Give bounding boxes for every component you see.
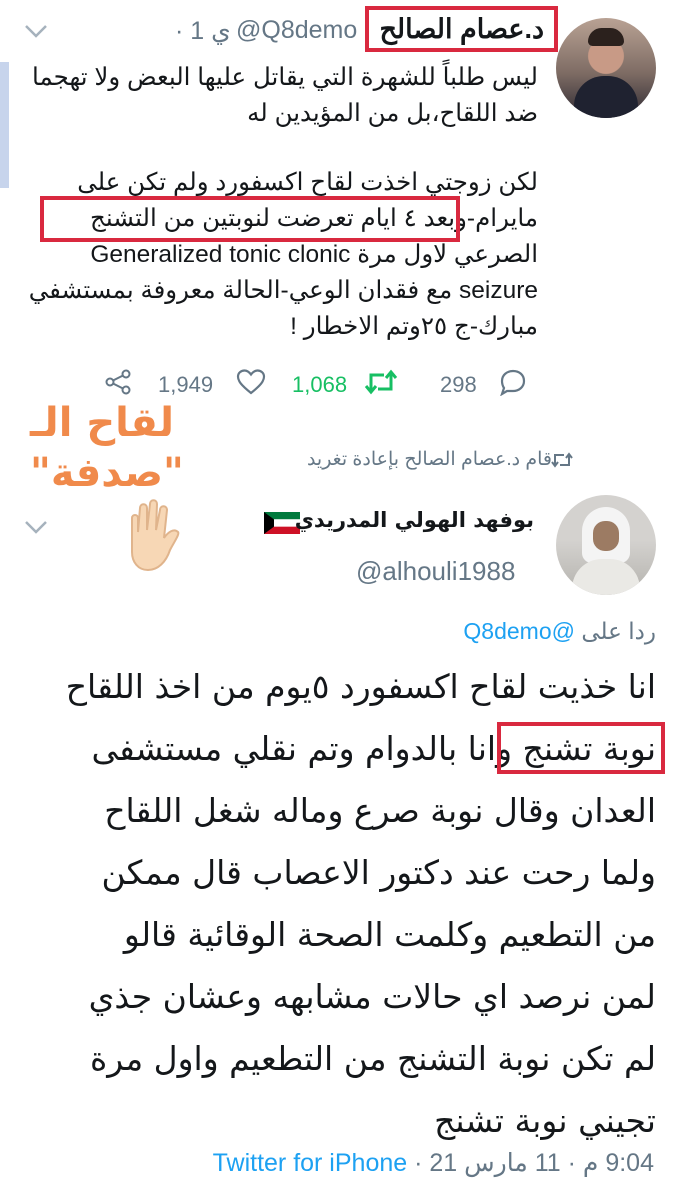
reply-bubble-icon	[500, 369, 526, 397]
avatar[interactable]	[556, 18, 656, 118]
tweet-text-line: لم تكن نوبة التشنج من التطعيم واول مرة	[89, 1039, 656, 1078]
share-button[interactable]	[104, 368, 132, 402]
highlight-box	[497, 722, 665, 774]
tweet-display-name[interactable]: د.عصام الصالح	[365, 6, 558, 52]
tweet-options-chevron-icon[interactable]	[24, 516, 48, 541]
tweet-text-line: تجيني نوبة تشنج	[434, 1101, 656, 1140]
tweet-text-line: انا خذيت لقاح اكسفورد ٥يوم من اخذ اللقاح	[65, 667, 656, 706]
tweet-source-link[interactable]: Twitter for iPhone	[213, 1149, 408, 1177]
replying-to-handle[interactable]: @Q8demo	[463, 618, 575, 644]
retweeted-by-label[interactable]: قام د.عصام الصالح بإعادة تغريد	[307, 448, 552, 471]
share-icon	[105, 369, 131, 395]
tweet-handle[interactable]: @alhouli1988	[356, 556, 515, 587]
tweet-text-line: مبارك-ج ٢٥وتم الاخطار !	[290, 313, 538, 340]
retweet-icon	[364, 369, 398, 395]
retweet-button[interactable]	[364, 368, 398, 402]
tweet-text-line: seizure مع فقدان الوعي-الحالة معروفة بمس…	[28, 277, 538, 304]
meta-separator: ·	[567, 1149, 576, 1177]
tweet-time[interactable]: 9:04 م	[583, 1149, 654, 1177]
tweet-options-chevron-icon[interactable]	[24, 20, 48, 45]
like-button[interactable]	[236, 368, 266, 402]
replying-to-label: ردا على	[581, 618, 656, 644]
raised-hand-icon	[116, 498, 188, 590]
avatar-thobe	[572, 559, 640, 595]
avatar-hair	[588, 28, 624, 46]
avatar-suit	[574, 76, 638, 118]
tweet-text-line: العدان وقال نوبة صرع وماله شغل اللقاح	[104, 791, 656, 830]
overlay-caption: لقاح الـ "صدفة"	[30, 400, 184, 496]
display-name-text: د.عصام الصالح	[379, 14, 544, 44]
tweet-metadata: 9:04 م · 11 مارس 21 · Twitter for iPhone	[213, 1148, 654, 1178]
retweet-count: 298	[440, 372, 477, 397]
tweet-time[interactable]: · 1 ي	[175, 16, 231, 46]
tweet-text-line: ضد اللقاح،بل من المؤيدين له	[247, 100, 538, 127]
avatar-face	[593, 521, 619, 551]
tweet-text-line: ولما رحت عند دكتور الاعصاب قال ممكن	[101, 853, 656, 892]
avatar[interactable]	[556, 495, 656, 595]
retweeted-icon	[550, 450, 574, 474]
tweet-text-line: من التطعيم وكلمت الصحة الوقائية قالو	[123, 915, 656, 954]
tweet-date[interactable]: 11 مارس 21	[429, 1149, 560, 1177]
tweet-text-line: الصرعي لاول مرة Generalized tonic clonic	[90, 241, 538, 268]
reply-button[interactable]	[498, 368, 528, 402]
tweet-display-name[interactable]: بوفهد الهولي المدريدي	[295, 508, 534, 532]
tweet-handle[interactable]: @Q8demo	[236, 16, 357, 45]
replying-to: ردا على @Q8demo	[463, 618, 656, 645]
thread-connector-line	[0, 62, 9, 188]
heart-icon	[236, 369, 266, 395]
meta-separator: ·	[414, 1149, 423, 1177]
tweet-text-line: ليس طلباً للشهرة التي يقاتل عليها البعض …	[32, 64, 538, 91]
tweet-text-line: لمن نرصد اي حالات مشابهه وعشان جذي	[88, 977, 656, 1016]
highlight-box	[40, 196, 460, 242]
